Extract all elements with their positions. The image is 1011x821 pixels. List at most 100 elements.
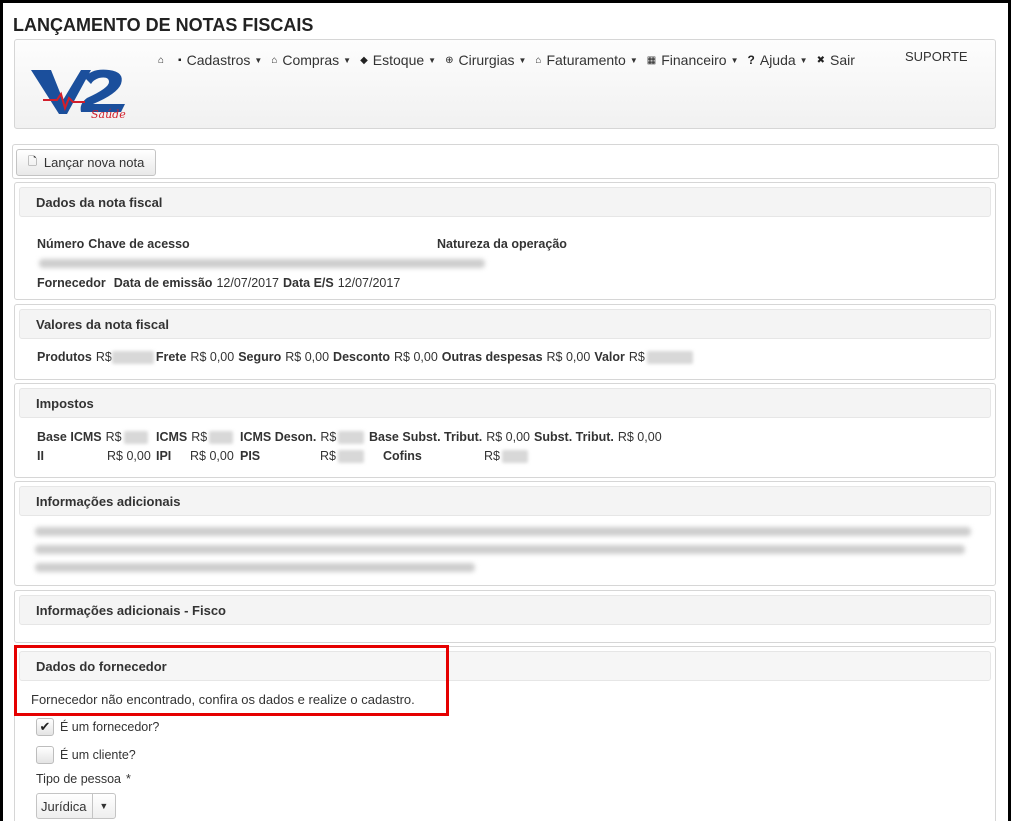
bank-icon: ⌂ — [535, 54, 542, 66]
frete-label: Frete — [155, 350, 187, 364]
menu-label: Faturamento — [546, 52, 626, 68]
pis-cell: PIS — [240, 449, 264, 463]
panel-info-adicionais: Informações adicionais — [14, 481, 996, 586]
icms-deson-label: ICMS Deson. — [240, 430, 317, 444]
base-icms-cell: Base ICMS R$ — [37, 430, 148, 444]
desconto-value: R$ 0,00 — [394, 350, 438, 364]
icms-prefix: R$ — [191, 430, 208, 444]
icms-cell: ICMS R$ — [156, 430, 234, 444]
tipo-pessoa-select[interactable]: Jurídica ▼ — [36, 793, 116, 819]
menu-estoque[interactable]: ◆ Estoque ▼ — [360, 52, 436, 68]
logo[interactable]: Saúde — [29, 64, 133, 120]
icms-label: ICMS — [156, 430, 188, 444]
menu-financeiro[interactable]: ▦ Financeiro ▼ — [647, 52, 739, 68]
outras-label: Outras despesas — [441, 350, 543, 364]
menu-label: Cadastros — [186, 52, 251, 68]
checkbox-empty[interactable] — [36, 746, 54, 764]
cofins-label: Cofins — [383, 449, 422, 463]
menu-sair[interactable]: ✖ Sair — [817, 52, 855, 68]
ii-label: II — [37, 449, 44, 463]
menu-cirurgias[interactable]: ⊕ Cirurgias ▼ — [445, 52, 526, 68]
file-icon: 🗋 — [28, 156, 37, 168]
tipo-pessoa-value: Jurídica — [41, 798, 87, 814]
redacted-text — [35, 563, 475, 572]
menu-label: Ajuda — [759, 52, 796, 68]
launch-note-button[interactable]: 🗋 Lançar nova nota — [16, 149, 157, 176]
caret-down-icon: ▼ — [629, 55, 638, 65]
checkbox-fornecedor[interactable]: ✔ É um fornecedor? — [36, 718, 159, 736]
action-bar: 🗋 Lançar nova nota — [12, 144, 999, 179]
seguro-label: Seguro — [238, 350, 282, 364]
calculator-icon: ▦ — [646, 54, 657, 66]
redacted-value — [337, 449, 364, 463]
pis-label: PIS — [240, 449, 261, 463]
base-subst-label: Base Subst. Tribut. — [369, 430, 483, 444]
numero-label: Número — [37, 237, 85, 251]
page-title: LANÇAMENTO DE NOTAS FISCAIS — [13, 15, 314, 35]
tag-icon: ◆ — [360, 54, 368, 66]
desconto-label: Desconto — [333, 350, 390, 364]
valor-prefix: R$ — [628, 350, 645, 364]
valor-label: Valor — [594, 350, 625, 364]
home-icon[interactable]: ⌂ — [158, 55, 169, 66]
frete-value: R$ 0,00 — [190, 350, 235, 364]
suporte-link[interactable]: SUPORTE — [905, 49, 968, 64]
panel-title: Informações adicionais - Fisco — [19, 595, 991, 625]
caret-down-icon: ▼ — [428, 55, 437, 65]
redacted-key — [39, 259, 485, 268]
menu-label: Financeiro — [661, 52, 727, 68]
plus-circle-icon: ⊕ — [445, 54, 454, 66]
menu-ajuda[interactable]: ? Ajuda ▼ — [748, 52, 808, 68]
menu-label: Estoque — [372, 52, 425, 68]
ii-value-cell: R$ 0,00 — [107, 449, 155, 463]
data-es-value: 12/07/2017 — [337, 276, 401, 290]
valores-row: Produtos R$ Frete R$ 0,00 Seguro R$ 0,00… — [37, 350, 693, 364]
ipi-cell: IPI — [156, 449, 175, 463]
check-icon[interactable]: ✔ — [36, 718, 54, 736]
redacted-value — [123, 430, 148, 444]
menu-compras[interactable]: ⌂ Compras ▼ — [271, 52, 351, 68]
data-emissao-label: Data de emissão — [113, 276, 213, 290]
subst-value: R$ 0,00 — [617, 430, 662, 444]
highlight-box — [14, 645, 449, 716]
panel-info-fisco: Informações adicionais - Fisco — [14, 590, 996, 643]
caret-down-icon: ▼ — [254, 55, 263, 65]
nota-row-1: Número Chave de acesso — [37, 237, 194, 251]
caret-down-icon[interactable]: ▼ — [91, 794, 115, 818]
menu-label: Sair — [829, 52, 855, 68]
ii-cell: II — [37, 449, 48, 463]
data-emissao-value: 12/07/2017 — [216, 276, 279, 290]
redacted-value — [338, 430, 365, 444]
caret-down-icon: ▼ — [730, 55, 739, 65]
menu-label: Cirurgias — [458, 52, 515, 68]
cliente-checkbox-label: É um cliente? — [60, 748, 136, 762]
pis-prefix: R$ — [320, 449, 336, 463]
panel-title: Informações adicionais — [19, 486, 991, 516]
cofins-prefix: R$ — [484, 449, 500, 463]
book-icon: ▪ — [178, 54, 182, 66]
menu-faturamento[interactable]: ⌂ Faturamento ▼ — [535, 52, 637, 68]
panel-dados-nota: Dados da nota fiscal Número Chave de ace… — [14, 182, 996, 300]
produtos-prefix: R$ — [95, 350, 112, 364]
chave-label: Chave de acesso — [88, 237, 190, 251]
checkbox-cliente[interactable]: É um cliente? — [36, 746, 136, 764]
ipi-value-cell: R$ 0,00 — [190, 449, 238, 463]
close-circle-icon: ✖ — [816, 54, 825, 66]
data-es-label: Data E/S — [283, 276, 334, 290]
page-frame: LANÇAMENTO DE NOTAS FISCAIS Saúde ⌂ ▪ Ca… — [3, 3, 1008, 821]
natureza-row: Natureza da operação — [437, 237, 571, 251]
tipo-pessoa-label: Tipo de pessoa — [36, 772, 122, 786]
redacted-value — [646, 350, 693, 364]
icms-deson-prefix: R$ — [320, 430, 337, 444]
redacted-value — [111, 350, 154, 364]
panel-title: Valores da nota fiscal — [19, 309, 991, 339]
redacted-text — [35, 545, 965, 554]
menu-cadastros[interactable]: ▪ Cadastros ▼ — [178, 52, 262, 68]
fornecedor-label: Fornecedor — [37, 276, 106, 290]
menu-label: Compras — [282, 52, 340, 68]
caret-down-icon: ▼ — [799, 55, 808, 65]
base-subst-cell: Base Subst. Tribut. R$ 0,00 Subst. Tribu… — [369, 430, 666, 444]
nota-row-2: Fornecedor Data de emissão 12/07/2017 Da… — [37, 276, 404, 290]
cofins-cell: Cofins — [383, 449, 426, 463]
outras-value: R$ 0,00 — [546, 350, 591, 364]
